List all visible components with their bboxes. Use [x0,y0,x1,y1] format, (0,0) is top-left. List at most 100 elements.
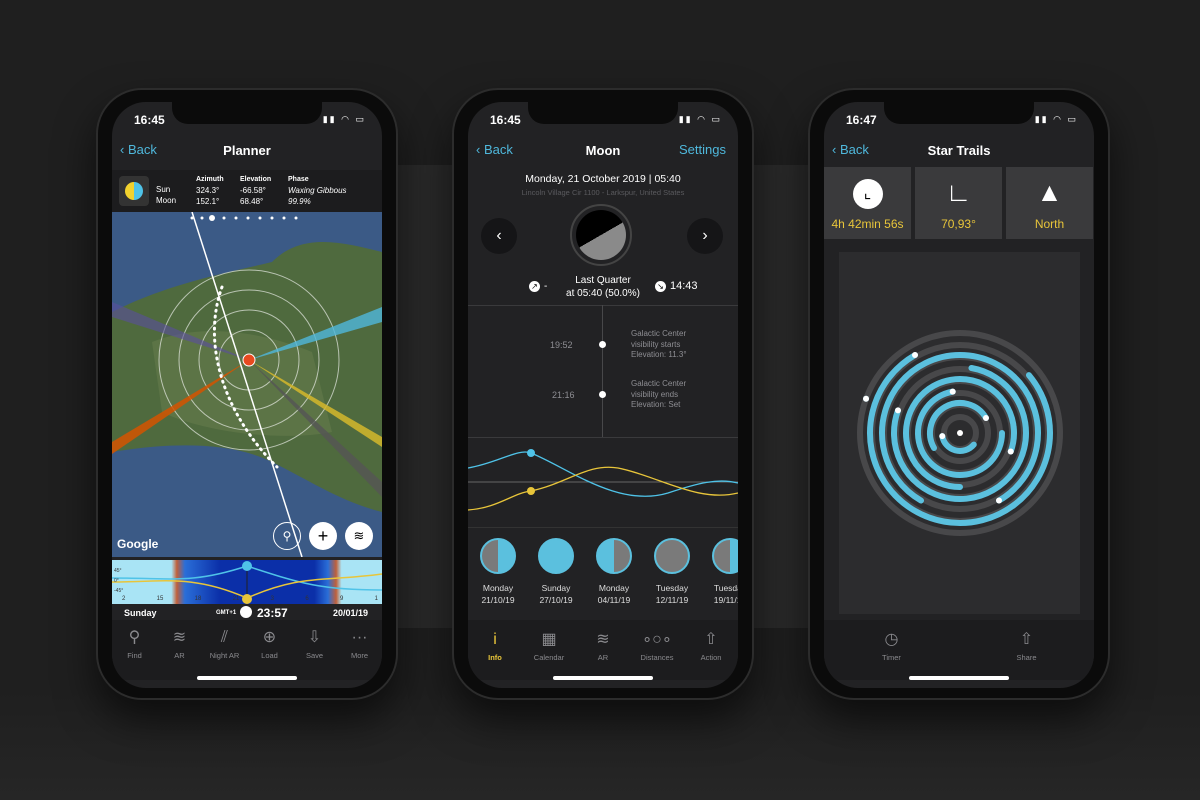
night-ar-icon: ⫽ [220,629,229,646]
pin-clear-button[interactable]: ⚲ [273,522,301,550]
add-pin-button[interactable]: + [309,522,337,550]
event-dot [599,341,606,348]
notch [884,102,1034,124]
next-day-button[interactable]: › [687,218,723,254]
sun-marker [527,487,535,495]
moon-phase-item[interactable]: Monday 04/11/19 [585,538,643,606]
moon-phase-item[interactable]: Tuesday 12/11/19 [643,538,701,606]
tab-find[interactable]: ⚲ Find [112,628,157,680]
sun-curve [468,466,738,511]
status-time: 16:45 [134,113,165,127]
time-value[interactable]: 23:57 [257,606,288,620]
azimuth-col: Azimuth 324.3° 152.1° [196,176,224,206]
tab-load[interactable]: ⊕ Load [247,628,292,680]
star-dot [949,388,956,395]
event-dot [599,391,606,398]
day-label: Sunday [124,608,157,618]
layers-button[interactable]: ≋ [345,522,373,550]
tab-bar: i Info ▦ Calendar ≋ AR ∘○∘ Distances ⇧ Action [468,620,738,680]
star-dot [1007,448,1014,455]
tab-info[interactable]: i Info [470,630,520,680]
phone-moon: 16:45 ▮▮ ◠ ▭ ‹ Back Moon Settings Monday… [452,88,754,700]
angle-value: 70,93° [941,217,976,231]
clock-icon: ⌞ [852,179,883,209]
phone-planner: 16:45 ▮▮ ◠ ▭ ‹ Back Planner Sun Moon Azim… [96,88,398,700]
tab-bar: ◷ Timer ⇧ Share [824,620,1094,680]
date-value[interactable]: 20/01/19 [333,608,368,618]
home-indicator [197,676,297,680]
star-dot [939,433,946,440]
tab-distances[interactable]: ∘○∘ Distances [632,630,682,680]
phone-star-trails: 16:47 ▮▮ ◠ ▭ ‹ Back Star Trails ⌞ 4h 42mi… [808,88,1110,700]
clock-icon[interactable] [240,606,252,618]
moon-phase-item[interactable]: Monday 21/10/19 [469,538,527,606]
pole-star [957,430,963,436]
star-dot [894,407,901,414]
moon-phase-icon [712,538,738,574]
event-description: Galactic Center visibility starts Elevatio… [631,329,687,359]
tab-more[interactable]: ··· More [337,628,382,680]
star-trails-preview [839,252,1080,614]
tab-ar[interactable]: ≋ AR [157,628,202,680]
star-trails-screen: 16:47 ▮▮ ◠ ▭ ‹ Back Star Trails ⌞ 4h 42mi… [824,102,1094,688]
star-trail-arc [927,400,989,451]
tab-action[interactable]: ⇧ Action [686,630,736,680]
tab-calendar[interactable]: ▦ Calendar [524,630,574,680]
status-time: 16:47 [846,113,877,127]
tab-share[interactable]: ⇧ Share [1002,630,1052,680]
set-icon: ↘ [655,281,666,292]
action-icon: ⇧ [704,631,718,648]
triangle-north-icon: ▲ [1036,177,1063,207]
moon-screen: 16:45 ▮▮ ◠ ▭ ‹ Back Moon Settings Monday… [468,102,738,688]
tab-night-ar[interactable]: ⫽ Night AR [202,628,247,680]
sun-moon-info: Sun Moon Azimuth 324.3° 152.1° Elevation -66… [112,170,382,212]
settings-button[interactable]: Settings [679,142,726,157]
map-overlay [112,211,382,558]
calendar-icon: ▦ [541,631,557,648]
sun-moon-icon[interactable] [119,176,149,206]
event-time: 21:16 [552,390,575,400]
tab-save[interactable]: ⇩ Save [292,628,337,680]
moon-datetime: Monday, 21 October 2019 | 05:40 [525,173,681,185]
angle-icon: ∟ [945,177,972,207]
satellite-map[interactable]: Google ⚲ + ≋ [112,211,382,558]
elevation-col: Elevation -66.58° 68.48° [240,176,272,206]
altitude-chart[interactable] [468,438,738,528]
angle-tile[interactable]: ∟ 70,93° [915,167,1002,239]
status-icons: ▮▮ ◠ ▭ [678,114,722,124]
direction-tile[interactable]: ▲ North [1006,167,1093,239]
planner-screen: 16:45 ▮▮ ◠ ▭ ‹ Back Planner Sun Moon Azim… [112,102,382,688]
divider [468,305,738,306]
moon-phase-icon [538,538,574,574]
tab-bar: ⚲ Find ≋ AR ⫽ Night AR ⊕ Load ⇩ Save ··· More [112,620,382,680]
timezone-label: GMT+1 [216,610,237,616]
tab-timer[interactable]: ◷ Timer [867,630,917,680]
duration-value: 4h 42min 56s [831,217,904,231]
status-icons: ▮▮ ◠ ▭ [322,114,366,124]
page-title: Planner [223,143,271,158]
nav-bar: ‹ Back Star Trails [824,138,1094,166]
tab-ar[interactable]: ≋ AR [578,630,628,680]
moon-phase-item[interactable]: Tuesday19/11/19 [701,538,738,606]
notch [528,102,678,124]
star-trails-svg [857,330,1063,536]
divider [468,527,738,528]
moon-curve [468,451,738,497]
prev-day-button[interactable]: ‹ [481,218,517,254]
star-dot [912,352,918,359]
duration-tile[interactable]: ⌞ 4h 42min 56s [824,167,911,239]
moon-phase-icon [654,538,690,574]
time-strip[interactable]: 45° 0° -45° 2 15 18 21 3 6 9 1 [112,560,382,604]
status-time: 16:45 [490,113,521,127]
home-indicator [909,676,1009,680]
event-time: 19:52 [550,340,573,350]
star-dot [982,415,989,421]
moon-phase-icon [480,538,516,574]
body-names: Sun Moon [156,185,177,205]
more-icon: ··· [351,629,368,646]
map-attribution: Google [117,537,159,551]
distances-icon: ∘○∘ [642,631,672,648]
moon-phase-item[interactable]: Sunday 27/10/19 [527,538,585,606]
ar-icon: ≋ [596,631,610,648]
notch [172,102,322,124]
